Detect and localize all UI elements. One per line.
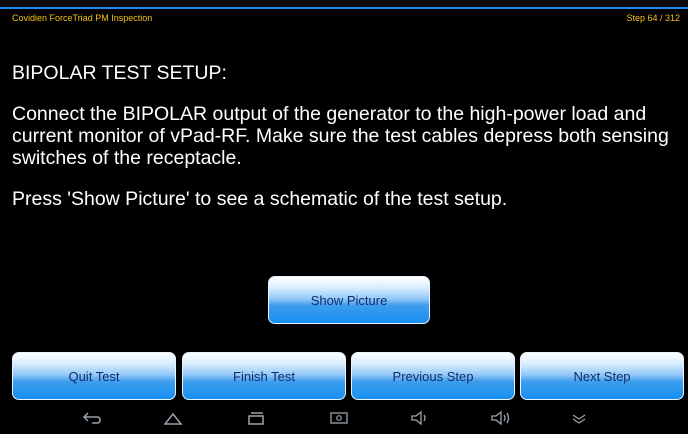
next-step-button[interactable]: Next Step bbox=[520, 352, 684, 400]
finish-test-button[interactable]: Finish Test bbox=[182, 352, 346, 400]
app-title: Covidien ForceTriad PM Inspection bbox=[12, 13, 153, 23]
status-bar bbox=[0, 0, 688, 7]
back-icon[interactable] bbox=[77, 410, 107, 430]
recent-apps-icon[interactable] bbox=[241, 410, 271, 430]
collapse-icon[interactable] bbox=[564, 410, 594, 430]
system-navbar bbox=[0, 406, 688, 434]
step-indicator: Step 64 / 312 bbox=[626, 13, 680, 23]
screenshot-icon[interactable] bbox=[324, 410, 354, 430]
volume-up-icon[interactable] bbox=[486, 410, 516, 430]
quit-test-button[interactable]: Quit Test bbox=[12, 352, 176, 400]
show-picture-button[interactable]: Show Picture bbox=[268, 276, 430, 324]
previous-step-button[interactable]: Previous Step bbox=[351, 352, 515, 400]
volume-down-icon[interactable] bbox=[405, 410, 435, 430]
instruction-panel: BIPOLAR TEST SETUP: Connect the BIPOLAR … bbox=[12, 62, 682, 210]
instruction-heading: BIPOLAR TEST SETUP: bbox=[12, 62, 227, 84]
header: Covidien ForceTriad PM Inspection Step 6… bbox=[0, 9, 688, 29]
instruction-paragraph-show-picture: Press 'Show Picture' to see a schematic … bbox=[12, 188, 508, 210]
instruction-paragraph: Connect the BIPOLAR output of the genera… bbox=[12, 103, 669, 169]
home-icon[interactable] bbox=[158, 410, 188, 430]
